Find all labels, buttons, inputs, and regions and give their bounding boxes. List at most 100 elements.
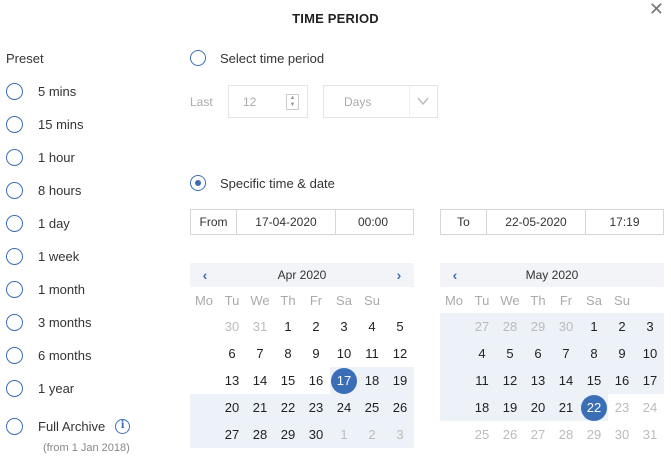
calendar-day[interactable]: 24 [636, 394, 664, 421]
info-icon[interactable]: i [115, 418, 131, 434]
calendar-day[interactable]: 4 [468, 340, 496, 367]
calendar-day[interactable]: 23 [302, 394, 330, 421]
calendar-day[interactable]: 29 [580, 421, 608, 448]
calendar-day[interactable]: 21 [246, 394, 274, 421]
calendar-day[interactable]: 14 [246, 367, 274, 394]
calendar-day[interactable]: 31 [636, 421, 664, 448]
calendar-day[interactable]: 2 [302, 313, 330, 340]
radio-icon[interactable] [6, 346, 23, 364]
calendar-day[interactable]: 25 [468, 421, 496, 448]
calendar-day[interactable]: 12 [496, 367, 524, 394]
calendar-day[interactable]: 30 [608, 421, 636, 448]
preset-option-1-day[interactable]: 1 day [6, 213, 70, 233]
calendar-day[interactable]: 16 [608, 367, 636, 394]
calendar-day[interactable]: 27 [524, 421, 552, 448]
radio-icon[interactable] [6, 247, 23, 265]
calendar-day[interactable]: 30 [218, 313, 246, 340]
radio-icon[interactable] [6, 82, 23, 100]
spin-down-icon[interactable]: ▼ [287, 102, 298, 109]
calendar-day[interactable]: 26 [386, 394, 414, 421]
to-date-field[interactable]: 22-05-2020 [486, 210, 585, 234]
calendar-day[interactable]: 16 [302, 367, 330, 394]
calendar-day[interactable]: 2 [608, 313, 636, 340]
calendar-day[interactable]: 6 [524, 340, 552, 367]
calendar-day[interactable]: 15 [274, 367, 302, 394]
calendar-day[interactable]: 18 [358, 367, 386, 394]
radio-checked-icon[interactable] [190, 175, 206, 191]
preset-option-6-months[interactable]: 6 months [6, 345, 91, 365]
calendar-day[interactable]: 14 [552, 367, 580, 394]
chevron-down-icon[interactable] [417, 95, 429, 109]
calendar-day-selected[interactable]: 22 [580, 394, 608, 421]
calendar-day[interactable]: 24 [330, 394, 358, 421]
calendar-day[interactable]: 13 [524, 367, 552, 394]
calendar-day[interactable]: 11 [468, 367, 496, 394]
calendar-day[interactable]: 7 [246, 340, 274, 367]
spinner-icon[interactable]: ▲ ▼ [286, 94, 299, 110]
calendar-day[interactable]: 28 [246, 421, 274, 448]
calendar-day[interactable]: 30 [302, 421, 330, 448]
calendar-day[interactable]: 30 [552, 313, 580, 340]
calendar-day[interactable]: 27 [218, 421, 246, 448]
calendar-day[interactable]: 8 [274, 340, 302, 367]
radio-icon[interactable] [6, 181, 23, 199]
radio-icon[interactable] [190, 50, 206, 66]
calendar-day[interactable]: 23 [608, 394, 636, 421]
radio-icon[interactable] [6, 280, 23, 298]
calendar-day[interactable]: 15 [580, 367, 608, 394]
chevron-left-icon[interactable]: ‹ [195, 263, 215, 287]
preset-option-1-month[interactable]: 1 month [6, 279, 85, 299]
calendar-day[interactable]: 9 [608, 340, 636, 367]
calendar-day[interactable]: 18 [468, 394, 496, 421]
calendar-day[interactable]: 3 [636, 313, 664, 340]
calendar-day[interactable]: 5 [386, 313, 414, 340]
calendar-day[interactable]: 10 [636, 340, 664, 367]
preset-option-5-mins[interactable]: 5 mins [6, 81, 76, 101]
chevron-left-icon[interactable]: ‹ [445, 263, 465, 287]
specific-time-date-option[interactable]: Specific time & date [190, 175, 335, 191]
calendar-day[interactable]: 28 [552, 421, 580, 448]
calendar-day[interactable]: 20 [218, 394, 246, 421]
calendar-day[interactable]: 27 [468, 313, 496, 340]
calendar-day[interactable]: 5 [496, 340, 524, 367]
calendar-day[interactable]: 29 [524, 313, 552, 340]
select-time-period-option[interactable]: Select time period [190, 50, 324, 66]
calendar-day[interactable]: 1 [274, 313, 302, 340]
calendar-day[interactable]: 6 [218, 340, 246, 367]
preset-option-1-year[interactable]: 1 year [6, 378, 74, 398]
to-time-field[interactable]: 17:19 [585, 210, 663, 234]
preset-option-1-hour[interactable]: 1 hour [6, 147, 75, 167]
radio-icon[interactable] [6, 115, 23, 133]
preset-option-3-months[interactable]: 3 months [6, 312, 91, 332]
calendar-day[interactable]: 17 [636, 367, 664, 394]
from-time-field[interactable]: 00:00 [335, 210, 413, 234]
period-amount-stepper[interactable]: 12 ▲ ▼ [228, 85, 308, 118]
calendar-day[interactable]: 21 [552, 394, 580, 421]
preset-option-1-week[interactable]: 1 week [6, 246, 79, 266]
calendar-day[interactable]: 3 [330, 313, 358, 340]
calendar-day[interactable]: 19 [386, 367, 414, 394]
calendar-day[interactable]: 3 [386, 421, 414, 448]
calendar-day[interactable]: 29 [274, 421, 302, 448]
period-unit-select[interactable]: Days [323, 85, 438, 118]
spin-up-icon[interactable]: ▲ [287, 95, 298, 102]
preset-option-8-hours[interactable]: 8 hours [6, 180, 81, 200]
calendar-day[interactable]: 11 [358, 340, 386, 367]
calendar-day[interactable]: 7 [552, 340, 580, 367]
calendar-day[interactable]: 2 [358, 421, 386, 448]
calendar-day[interactable]: 12 [386, 340, 414, 367]
preset-option-15-mins[interactable]: 15 mins [6, 114, 84, 134]
calendar-day-selected[interactable]: 17 [330, 367, 358, 394]
close-icon[interactable]: ✕ [649, 0, 664, 18]
calendar-day[interactable]: 10 [330, 340, 358, 367]
calendar-day[interactable]: 1 [330, 421, 358, 448]
preset-option-full-archive[interactable]: Full Archive i [6, 416, 131, 436]
calendar-day[interactable]: 9 [302, 340, 330, 367]
calendar-day[interactable]: 28 [496, 313, 524, 340]
calendar-day[interactable]: 8 [580, 340, 608, 367]
radio-icon[interactable] [6, 313, 23, 331]
calendar-day[interactable]: 31 [246, 313, 274, 340]
radio-icon[interactable] [6, 214, 23, 232]
calendar-day[interactable]: 4 [358, 313, 386, 340]
chevron-right-icon[interactable]: › [389, 263, 409, 287]
